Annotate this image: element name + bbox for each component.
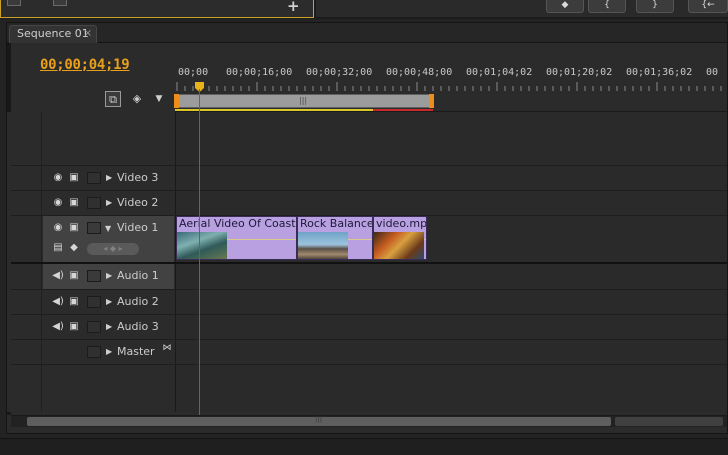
- expand-triangle-icon[interactable]: ▶: [106, 271, 112, 280]
- clip-title: Rock Balance: [300, 217, 373, 230]
- tab-sequence-01[interactable]: Sequence 01 ×: [9, 25, 97, 43]
- ruler-label: 00;01;20;02: [546, 67, 613, 78]
- track-header-video-2[interactable]: ◉ ▣ ▶ Video 2: [43, 191, 174, 215]
- ruler-ticks: [175, 82, 727, 91]
- lock-toggle[interactable]: [87, 346, 101, 358]
- grip-icon: |||: [315, 415, 323, 423]
- speaker-icon[interactable]: ◀): [52, 296, 64, 308]
- filmstrip-icon[interactable]: ▣: [68, 270, 80, 282]
- go-to-in-icon[interactable]: {←: [688, 0, 728, 13]
- track-name: Audio 2: [117, 295, 159, 308]
- mark-out-icon[interactable]: }: [636, 0, 674, 13]
- clip-title: Aerial Video Of Coastli: [179, 217, 297, 230]
- filmstrip-icon[interactable]: ▣: [68, 172, 80, 184]
- program-panel-bottom: ◆ { } {←: [316, 0, 728, 18]
- bottom-status-bar: [0, 438, 728, 455]
- add-marker-icon[interactable]: ▼: [151, 91, 167, 107]
- track-divider: [11, 364, 727, 365]
- tab-bar: Sequence 01 ×: [7, 23, 727, 43]
- track-name: Video 3: [117, 171, 159, 184]
- work-area-start-handle[interactable]: [174, 94, 179, 108]
- grip-icon: |||: [299, 96, 308, 105]
- top-toolbar-strip: + ◆ { } {←: [0, 0, 728, 19]
- track-header-audio-3[interactable]: ◀) ▣ ▶ Audio 3: [43, 315, 174, 339]
- expand-triangle-icon[interactable]: ▶: [106, 297, 112, 306]
- track-name: Video 1: [117, 221, 159, 234]
- track-area: ◉ ▣ ▶ Video 3 ◉ ▣ ▶ Video 2 ◉ ▣ ▼ Video …: [7, 112, 727, 412]
- track-name: Master: [117, 345, 155, 358]
- eye-icon[interactable]: ◉: [52, 197, 64, 209]
- track-header-master[interactable]: ▶ Master ⋈: [43, 340, 174, 364]
- filmstrip-icon[interactable]: ▣: [68, 222, 80, 234]
- ruler-label: 00;01;36;02: [626, 67, 693, 78]
- premiere-timeline-window: + ◆ { } {← Sequence 01 × 00;00;04;19 ⧉ ◈…: [0, 0, 728, 455]
- filmstrip-icon[interactable]: ▣: [68, 321, 80, 333]
- expand-triangle-icon[interactable]: ▶: [106, 347, 112, 356]
- clip-thumbnail: [374, 232, 424, 259]
- track-name: Audio 1: [117, 269, 159, 282]
- track-header-audio-2[interactable]: ◀) ▣ ▶ Audio 2: [43, 290, 174, 314]
- clip-video-mp4[interactable]: video.mp: [373, 216, 427, 260]
- track-header-audio-1[interactable]: ◀) ▣ ▶ Audio 1: [43, 264, 174, 289]
- master-link-icon[interactable]: ⋈: [161, 342, 173, 354]
- speaker-icon[interactable]: ◀): [52, 270, 64, 282]
- keyframe-navigator[interactable]: ◂ ◆ ▸: [87, 243, 139, 255]
- lock-toggle[interactable]: [87, 321, 101, 333]
- display-style-icon[interactable]: ▤: [52, 242, 64, 254]
- collapse-triangle-icon[interactable]: ▼: [105, 224, 111, 233]
- eye-icon[interactable]: ◉: [52, 222, 64, 234]
- speaker-icon[interactable]: ◀): [52, 321, 64, 333]
- sequence-panel: Sequence 01 × 00;00;04;19 ⧉ ◈ ▼ 00;00 00…: [6, 22, 728, 434]
- mark-in-icon[interactable]: {: [588, 0, 626, 13]
- ruler-label: 00;00;16;00: [226, 67, 293, 78]
- clip-rock-balance[interactable]: Rock Balance: [297, 216, 373, 260]
- lock-toggle[interactable]: [87, 222, 101, 234]
- clip-thumbnail: [298, 232, 348, 259]
- track-header-video-3[interactable]: ◉ ▣ ▶ Video 3: [43, 166, 174, 190]
- ruler-label: 00;00: [178, 67, 209, 78]
- lock-toggle[interactable]: [87, 172, 101, 184]
- snap-icon[interactable]: ⧉: [105, 91, 121, 107]
- close-icon[interactable]: ×: [84, 26, 92, 42]
- expand-triangle-icon[interactable]: ▶: [106, 173, 112, 182]
- horizontal-scrollbar[interactable]: |||: [11, 415, 727, 427]
- scrollbar-thumb[interactable]: |||: [27, 415, 611, 426]
- eye-icon[interactable]: ◉: [52, 172, 64, 184]
- filmstrip-icon[interactable]: ▣: [68, 197, 80, 209]
- clip-aerial-video[interactable]: Aerial Video Of Coastli: [176, 216, 297, 260]
- filmstrip-icon[interactable]: ▣: [68, 296, 80, 308]
- time-ruler[interactable]: 00;00 00;00;16;00 00;00;32;00 00;00;48;0…: [175, 65, 727, 93]
- keyframe-icon[interactable]: ◆: [68, 242, 80, 254]
- source-panel-bottom: +: [0, 0, 314, 18]
- panel-mini-button[interactable]: [7, 0, 21, 6]
- track-name: Audio 3: [117, 320, 159, 333]
- lock-toggle[interactable]: [87, 197, 101, 209]
- clip-thumbnail: [177, 232, 227, 259]
- current-timecode[interactable]: 00;00;04;19: [40, 57, 130, 73]
- add-icon[interactable]: +: [287, 0, 300, 14]
- scrollbar-track-right[interactable]: [615, 417, 723, 426]
- lock-toggle[interactable]: [87, 296, 101, 308]
- expand-triangle-icon[interactable]: ▶: [106, 198, 112, 207]
- clip-title: video.mp: [376, 217, 427, 230]
- ruler-label: 00;00;48;00: [386, 67, 453, 78]
- lock-toggle[interactable]: [87, 270, 101, 282]
- track-header-video-1[interactable]: ◉ ▣ ▼ Video 1 ▤ ◆ ◂ ◆ ▸: [43, 216, 174, 262]
- ruler-label: 00;01;04;02: [466, 67, 533, 78]
- track-name: Video 2: [117, 196, 159, 209]
- ruler-tick-marks: [176, 82, 722, 91]
- panel-mini-button[interactable]: [53, 0, 67, 6]
- tab-label: Sequence 01: [17, 27, 89, 40]
- ruler-label: 00;00;32;00: [306, 67, 373, 78]
- keyframe-icon[interactable]: ◈: [129, 91, 145, 107]
- ruler-label: 00: [706, 67, 719, 78]
- marker-icon[interactable]: ◆: [546, 0, 584, 13]
- playhead-line[interactable]: [199, 89, 200, 415]
- work-area-bar[interactable]: |||: [174, 94, 434, 108]
- work-area-end-handle[interactable]: [429, 94, 434, 108]
- expand-triangle-icon[interactable]: ▶: [106, 322, 112, 331]
